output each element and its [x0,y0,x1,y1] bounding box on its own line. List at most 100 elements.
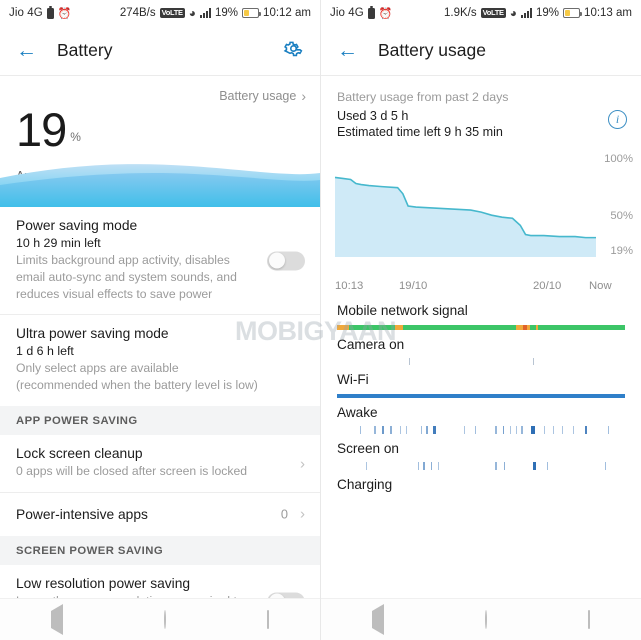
battery-usage-link-label: Battery usage [219,89,297,103]
battery-chart-svg [334,176,596,257]
app-bar-battery: ← Battery [0,26,320,76]
activity-label: Wi-Fi [337,372,369,387]
battery-level-icon [242,8,262,18]
page-title: Battery usage [378,40,486,60]
alarm-icon: ⏰ [57,7,72,20]
list-item-description: 0 apps will be closed after screen is lo… [16,464,248,479]
status-bar-left: Jio 4G ⏰ 274B/s VoLTE ◕ 19% 10:12 am [0,0,320,26]
activity-label: Screen on [337,441,399,456]
list-item-ultra-power-saving-mode[interactable]: Ultra power saving mode 1 d 6 h left Onl… [0,315,320,407]
activity-label: Camera on [337,337,405,352]
nav-bar-right [321,598,641,640]
list-item-power-saving-mode[interactable]: Power saving mode 10 h 29 min left Limit… [0,207,320,316]
list-item-time-left: 10 h 29 min left [16,236,101,250]
list-item-power-intensive-apps[interactable]: Power-intensive apps 0 › [0,492,320,536]
screen-on-track [337,462,625,470]
nav-home-icon[interactable] [484,609,487,629]
data-rate-label: 274B/s [119,7,156,19]
section-header-screen-power-saving: SCREEN POWER SAVING [0,535,320,565]
usage-period-label: Battery usage from past 2 days [337,90,509,104]
power-saving-mode-toggle[interactable] [267,251,305,271]
activity-label: Awake [337,405,378,420]
volte-icon: VoLTE [480,7,506,19]
chart-xtick-3: Now [589,280,612,292]
battery-level-chart: 100% 50% 19% [321,149,641,279]
battery-percent-number: 19 [16,103,67,156]
battery-settings-screen: Jio 4G ⏰ 274B/s VoLTE ◕ 19% 10:12 am ← B… [0,0,320,640]
chart-ytick-50: 50% [610,210,633,222]
volte-icon: VoLTE [159,7,185,19]
nav-home-icon[interactable] [163,609,166,629]
power-intensive-apps-count: 0 [280,506,288,522]
nav-back-icon[interactable] [371,603,384,635]
camera-on-track [337,358,625,365]
battery-settings-list: Power saving mode 10 h 29 min left Limit… [0,207,320,640]
chart-xtick-0: 10:13 [335,280,364,292]
chart-x-axis: 10:13 19/10 20/10 Now [321,280,641,296]
wifi-icon: ◕ [509,6,518,20]
clock-label: 10:12 am [263,7,311,19]
activity-label: Mobile network signal [337,303,468,318]
alarm-icon: ⏰ [378,7,393,20]
list-item-title: Power saving mode [16,218,138,233]
battery-icon [46,5,54,19]
section-header-app-power-saving: APP POWER SAVING [0,406,320,436]
charging-track [337,498,625,506]
status-bar-right-group: 274B/s VoLTE ◕ 19% 10:12 am [120,6,311,20]
percent-sign: % [70,130,81,145]
usage-summary: Battery usage from past 2 days Used 3 d … [321,76,641,145]
activity-charging: Charging [321,477,641,506]
activity-mobile-network-signal: Mobile network signal [321,303,641,330]
clock-label: 10:13 am [584,7,632,19]
list-item-title: Power-intensive apps [16,506,148,522]
battery-percent-display: 19 % [16,103,81,156]
chart-ytick-19: 19% [610,245,633,257]
info-icon[interactable]: i [608,110,627,129]
app-bar-battery-usage: ← Battery usage [321,26,641,76]
wifi-icon: ◕ [188,6,197,20]
activity-wifi: Wi-Fi [321,372,641,398]
nav-back-icon[interactable] [50,603,63,635]
chart-xtick-2: 20/10 [533,280,562,292]
status-bar-left-group: Jio 4G ⏰ [9,5,72,20]
battery-wave-graphic [0,164,320,207]
battery-percent-label: 19% [215,7,239,19]
battery-usage-screen: Jio 4G ⏰ 1.9K/s VoLTE ◕ 19% 10:13 am ← B… [320,0,641,640]
list-item-time-left: 1 d 6 h left [16,344,74,359]
carrier-label: Jio 4G [9,7,43,19]
nav-recents-icon[interactable] [588,609,591,629]
list-item-description: Limits background app activity, disables… [16,253,237,301]
chevron-right-icon: › [300,455,305,473]
list-item-title: Low resolution power saving [16,575,191,591]
gear-icon[interactable] [283,38,304,64]
awake-track [337,426,625,434]
status-bar-right: Jio 4G ⏰ 1.9K/s VoLTE ◕ 19% 10:13 am [321,0,641,26]
status-bar-left-group: Jio 4G ⏰ [330,5,393,20]
list-item-lock-screen-cleanup[interactable]: Lock screen cleanup 0 apps will be close… [0,435,320,493]
activity-camera-on: Camera on [321,337,641,365]
nav-recents-icon[interactable] [267,609,270,629]
carrier-label: Jio 4G [330,7,364,19]
battery-hero: Battery usage › 19 % Approx. 9 h 36 min … [0,76,320,207]
usage-used-label: Used 3 d 5 h [337,109,409,123]
back-arrow-icon[interactable]: ← [337,40,358,61]
status-bar-right-group: 1.9K/s VoLTE ◕ 19% 10:13 am [444,6,632,20]
chevron-right-icon: › [300,505,305,523]
chevron-right-icon: › [301,88,306,104]
list-item-title: Lock screen cleanup [16,446,143,462]
signal-bars-icon [521,8,533,18]
list-item-title: Ultra power saving mode [16,326,169,342]
activity-screen-on: Screen on [321,441,641,470]
nav-bar-left [0,598,320,640]
wifi-track [337,394,625,398]
chart-xtick-1: 19/10 [399,280,428,292]
data-rate-label: 1.9K/s [444,7,477,19]
usage-estimated-label: Estimated time left 9 h 35 min [337,125,503,139]
page-title: Battery [57,40,113,60]
mobile-network-signal-track [337,325,625,330]
signal-bars-icon [200,8,212,18]
back-arrow-icon[interactable]: ← [16,40,37,61]
chart-ytick-100: 100% [604,153,633,165]
battery-usage-link[interactable]: Battery usage › [219,88,306,104]
list-item-description: Only select apps are available (recommen… [16,361,258,393]
